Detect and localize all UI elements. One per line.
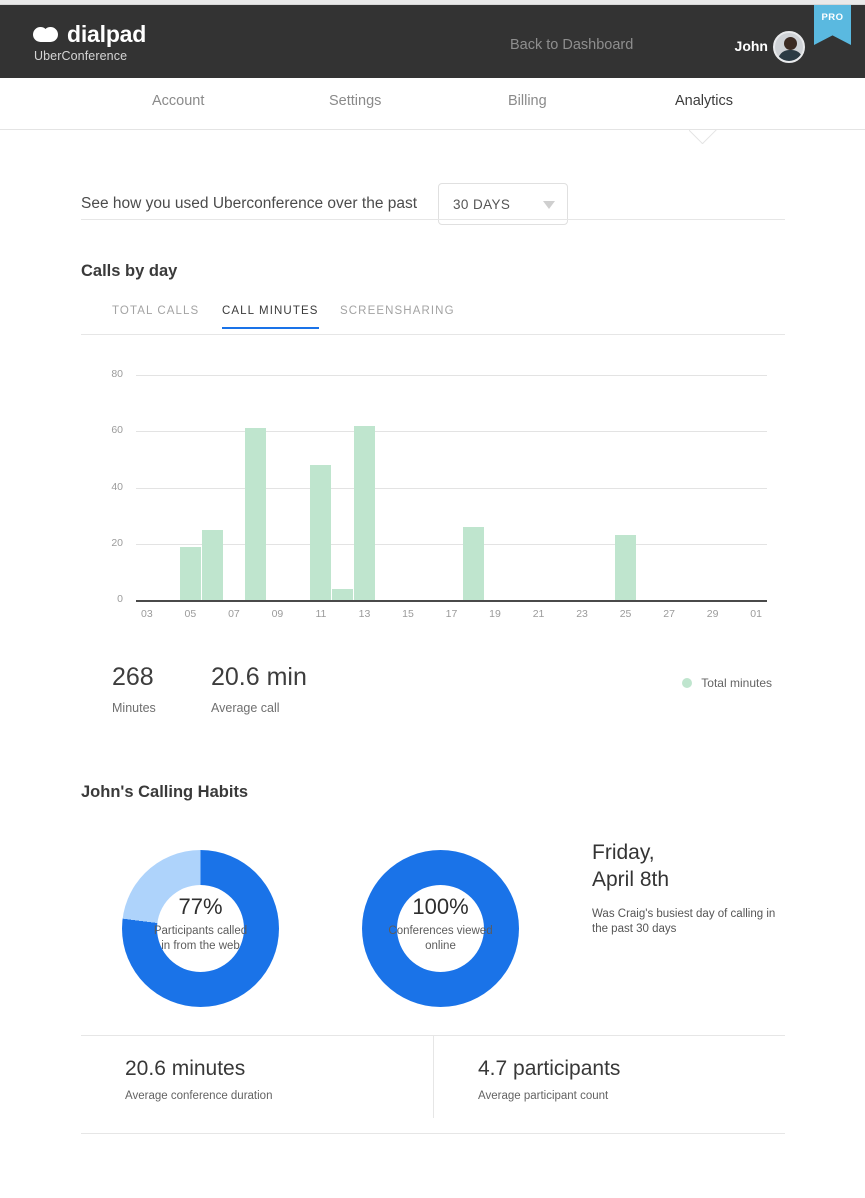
- stat-card-participants-label: Average participant count: [478, 1090, 609, 1102]
- stat-card-duration-label: Average conference duration: [125, 1090, 273, 1102]
- x-axis-tick-label: 19: [489, 608, 501, 620]
- y-axis-tick-label: 60: [111, 424, 123, 437]
- pro-badge: PRO: [814, 5, 851, 45]
- summary-minutes-value: 268: [112, 663, 154, 691]
- brand-logo[interactable]: dialpad UberConference: [33, 23, 146, 63]
- x-axis-tick-label: 29: [706, 608, 719, 620]
- tab-total-calls[interactable]: TOTAL CALLS: [112, 305, 199, 327]
- calls-by-day-bar-chart: 0 20 40 60 80 03 05 07 09 11 13 15 17 19 21 23 25 27 29 01: [81, 360, 785, 640]
- busiest-day-line-1: Friday,: [592, 841, 655, 864]
- donut-percent-web: 77%: [178, 894, 223, 919]
- x-axis-tick-label: 07: [228, 608, 240, 620]
- stat-card-participants: 4.7 participants Average participant cou…: [433, 1036, 785, 1118]
- tab-analytics[interactable]: Analytics: [675, 93, 733, 109]
- x-axis-tick-label: 15: [402, 608, 414, 620]
- tab-call-minutes[interactable]: CALL MINUTES: [222, 305, 319, 329]
- chart-tab-list: TOTAL CALLS CALL MINUTES SCREENSHARING: [112, 305, 772, 337]
- legend-color-swatch: [682, 678, 693, 688]
- x-axis-tick-label: 11: [315, 608, 327, 620]
- tab-billing[interactable]: Billing: [508, 93, 547, 109]
- x-axis-tick-label: 23: [576, 608, 588, 620]
- chart-bar[interactable]: [179, 546, 201, 600]
- active-tab-caret-icon: [689, 130, 717, 144]
- divider-chart-tabs: [81, 334, 785, 335]
- donut-web-participants: 77% Participants called in from the web: [122, 850, 279, 1007]
- x-axis-tick-label: 27: [663, 608, 675, 620]
- intro-row: See how you used Uberconference over the…: [81, 161, 785, 243]
- y-axis-tick-label: 0: [117, 593, 123, 605]
- legend-label: Total minutes: [701, 676, 772, 690]
- summary-minutes: 268 Minutes: [112, 663, 156, 715]
- divider-intro: [81, 219, 785, 220]
- date-range-value: 30 DAYS: [453, 197, 511, 212]
- intro-text: See how you used Uberconference over the…: [81, 195, 418, 212]
- calling-habits-row: 77% Participants called in from the web …: [81, 830, 785, 1030]
- x-axis-tick-label: 03: [141, 608, 153, 620]
- avatar[interactable]: [773, 31, 805, 63]
- chevron-down-icon: [543, 201, 555, 209]
- busiest-day-line-2: April 8th: [592, 868, 670, 891]
- x-axis-tick-label: 21: [532, 608, 545, 620]
- stat-cards: 20.6 minutes Average conference duration…: [81, 1036, 785, 1118]
- stat-card-duration: 20.6 minutes Average conference duration: [81, 1036, 433, 1118]
- analytics-page: dialpad UberConference Back to Dashboard…: [0, 0, 865, 1198]
- summary-average-call-label: Average call: [211, 701, 280, 715]
- chart-bar[interactable]: [245, 428, 267, 600]
- y-axis-tick-label: 40: [111, 480, 123, 493]
- chart-bar[interactable]: [353, 425, 375, 600]
- tab-account[interactable]: Account: [152, 93, 204, 109]
- chart-bar[interactable]: [332, 588, 354, 600]
- calling-habits-title: John's Calling Habits: [81, 783, 249, 801]
- pro-badge-label: PRO: [821, 12, 844, 23]
- app-header: dialpad UberConference Back to Dashboard…: [0, 5, 865, 78]
- summary-average-call: 20.6 min Average call: [211, 663, 307, 715]
- donut-caption-online: Conferences viewed online: [388, 925, 493, 952]
- x-axis-tick-label: 05: [184, 608, 197, 620]
- busiest-day-block: Friday, April 8th Was Craig's busiest da…: [592, 839, 792, 937]
- stat-card-participants-value: 4.7 participants: [478, 1057, 621, 1080]
- back-to-dashboard-link[interactable]: Back to Dashboard: [510, 37, 633, 53]
- chart-bar[interactable]: [310, 465, 332, 600]
- chart-bars: [136, 375, 767, 600]
- calls-by-day-title: Calls by day: [81, 262, 178, 280]
- main-nav: Account Settings Billing Analytics: [0, 78, 865, 130]
- busiest-day-note: Was Craig's busiest day of calling in th…: [592, 908, 776, 935]
- x-axis-tick-label: 09: [271, 608, 284, 620]
- y-axis-tick-label: 80: [111, 368, 123, 380]
- x-axis-tick-label: 25: [619, 608, 632, 620]
- x-axis-tick-label: 13: [358, 608, 371, 620]
- x-axis-baseline: [136, 600, 767, 602]
- divider-cards-bottom: [81, 1133, 785, 1134]
- stat-card-duration-value: 20.6 minutes: [125, 1057, 246, 1080]
- donut-conferences-online: 100% Conferences viewed online: [362, 850, 519, 1007]
- summary-average-call-value: 20.6 min: [211, 663, 307, 691]
- brand-subtitle: UberConference: [34, 49, 128, 63]
- chart-bar[interactable]: [201, 529, 223, 600]
- chart-bar[interactable]: [462, 526, 484, 600]
- donut-percent-online: 100%: [412, 894, 469, 919]
- chart-summary: 268 Minutes 20.6 min Average call Total …: [112, 663, 772, 723]
- chart-legend: Total minutes: [682, 676, 772, 690]
- donut-caption-web: Participants called in from the web: [153, 925, 248, 952]
- y-axis-tick-label: 20: [111, 536, 123, 549]
- x-axis-tick-label: 17: [445, 608, 458, 620]
- summary-minutes-label: Minutes: [112, 701, 156, 715]
- chart-bar[interactable]: [615, 535, 637, 600]
- user-name-label: John: [734, 38, 768, 54]
- x-axis-tick-label: 01: [750, 608, 762, 620]
- tab-screensharing[interactable]: SCREENSHARING: [340, 305, 455, 327]
- tab-settings[interactable]: Settings: [329, 93, 381, 109]
- brand-name: dialpad: [67, 21, 147, 47]
- dialpad-speech-bubble-icon: [33, 25, 59, 45]
